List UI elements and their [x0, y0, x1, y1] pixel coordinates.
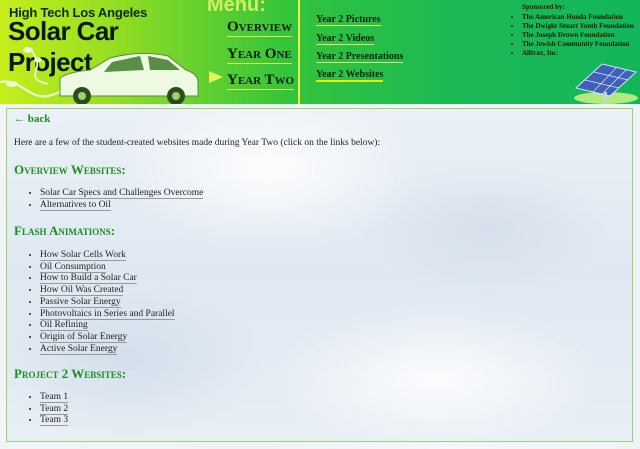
animation-link[interactable]: Origin of Solar Energy [40, 331, 128, 343]
sponsor-item: The Jewish Community Foundation [522, 40, 640, 49]
list-item: Solar Car Specs and Challenges Overcome [40, 188, 204, 200]
list-item: How Solar Cells Work [40, 250, 175, 262]
team-link[interactable]: Team 3 [40, 415, 69, 427]
site-header: High Tech Los Angeles Solar Car Project … [0, 0, 640, 104]
website-link[interactable]: Alternatives to Oil [40, 199, 111, 211]
list-item: How to Build a Solar Car [40, 273, 175, 285]
list-item: Oil Refining [40, 320, 175, 332]
animation-link[interactable]: How Oil Was Created [40, 285, 124, 297]
animation-link[interactable]: Passive Solar Energy [40, 296, 121, 308]
content-panel: ← back Here are a few of the student-cre… [6, 108, 633, 442]
menu-divider [298, 0, 300, 104]
team-link[interactable]: Team 1 [40, 392, 69, 403]
submenu-item-year2-videos[interactable]: Year 2 Videos [316, 33, 375, 45]
list-item: Team 2 [40, 403, 69, 416]
year-submenu: Year 2 Pictures Year 2 Videos Year 2 Pre… [316, 0, 506, 104]
solar-car-illustration [0, 47, 199, 104]
sponsor-item: The American Honda Foundation [522, 13, 640, 22]
sponsors-title: Sponsored by: [522, 3, 565, 11]
flash-animations-list: How Solar Cells Work Oil Consumption How… [28, 250, 175, 355]
section-heading-overview-websites: Overview Websites: [14, 162, 126, 177]
sponsor-item: Alltrax, Inc. [522, 49, 640, 58]
section-heading-flash-animations: Flash Animations: [14, 223, 116, 238]
active-arrow-icon [209, 71, 223, 83]
website-link[interactable]: Solar Car Specs and Challenges Overcome [40, 188, 204, 199]
intro-text: Here are a few of the student-created we… [14, 138, 381, 148]
back-link[interactable]: ← back [14, 113, 50, 125]
main-menu: Overview Year One Year Two [209, 0, 297, 104]
list-item: Alternatives to Oil [40, 199, 203, 212]
list-item: Team 1 [40, 392, 69, 404]
list-item: Active Solar Energy [40, 343, 175, 356]
team-link[interactable]: Team 2 [40, 403, 69, 415]
animation-link[interactable]: Photovoltaics in Series and Parallel [40, 308, 175, 320]
list-item: Origin of Solar Energy [40, 331, 175, 344]
submenu-item-year2-websites[interactable]: Year 2 Websites [316, 69, 384, 82]
list-item: How Oil Was Created [40, 285, 175, 297]
header-banner: High Tech Los Angeles Solar Car Project [0, 0, 205, 104]
section-heading-project-2-websites: Project 2 Websites: [14, 366, 127, 381]
submenu-item-year2-pictures[interactable]: Year 2 Pictures [316, 14, 381, 26]
list-item: Oil Consumption [40, 261, 175, 274]
animation-link[interactable]: How to Build a Solar Car [40, 273, 137, 285]
list-item: Team 3 [40, 415, 69, 427]
list-item: Passive Solar Energy [40, 296, 175, 309]
overview-websites-list: Solar Car Specs and Challenges Overcome … [28, 188, 204, 212]
sponsors-box: Sponsored by: The American Honda Foundat… [514, 3, 640, 58]
solar-panel-icon [574, 63, 638, 104]
animation-link[interactable]: Active Solar Energy [40, 343, 118, 355]
sponsor-item: The Joseph Drown Foundation [522, 31, 640, 40]
sponsor-list: The American Honda Foundation The Dwight… [514, 13, 640, 58]
menu-item-year-one[interactable]: Year One [227, 46, 292, 64]
animation-link[interactable]: Oil Refining [40, 320, 88, 332]
menu-item-overview[interactable]: Overview [227, 19, 293, 37]
menu-item-year-two[interactable]: Year Two [227, 72, 295, 90]
project-2-websites-list: Team 1 Team 2 Team 3 [28, 392, 69, 427]
animation-link[interactable]: How Solar Cells Work [40, 250, 126, 261]
sponsor-item: The Dwight Stuart Youth Foundation [522, 22, 640, 31]
list-item: Photovoltaics in Series and Parallel [40, 308, 175, 321]
submenu-item-year2-presentations[interactable]: Year 2 Presentations [316, 51, 404, 63]
animation-link[interactable]: Oil Consumption [40, 261, 106, 273]
